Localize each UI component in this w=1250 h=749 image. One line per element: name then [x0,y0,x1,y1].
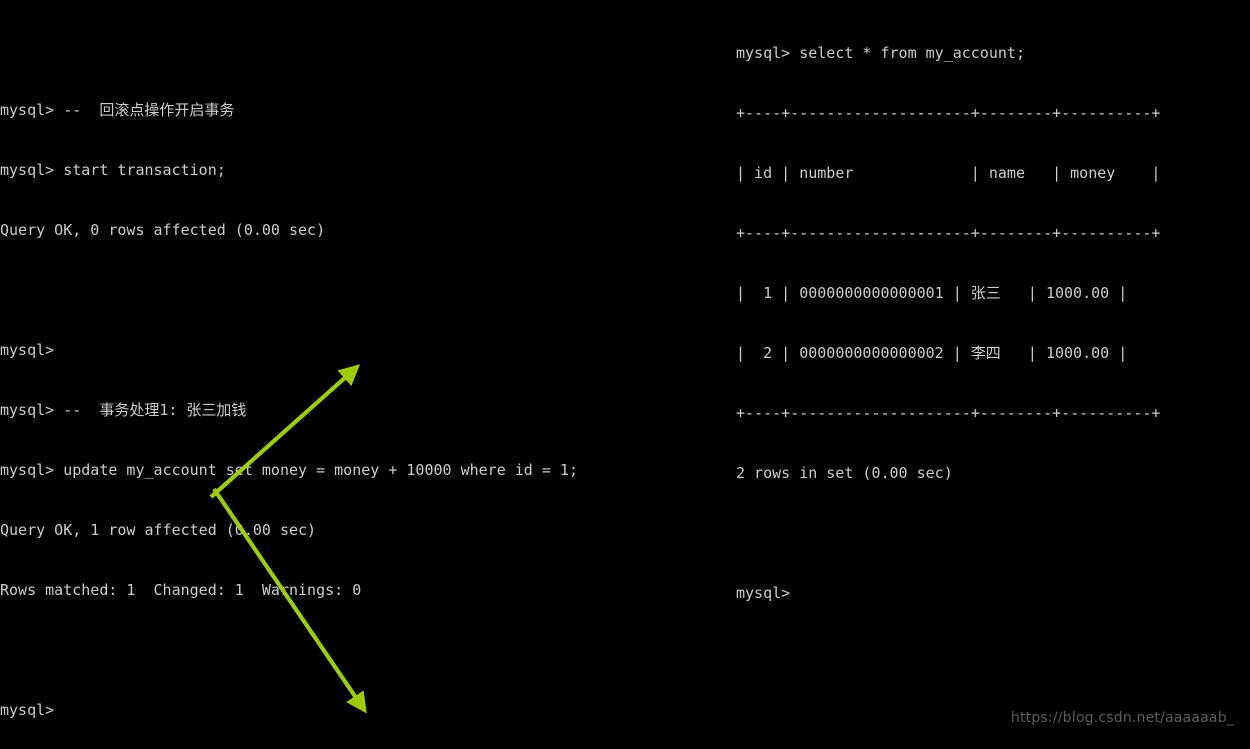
watermark-text: https://blog.csdn.net/aaaaaab_ [1010,710,1234,726]
terminal-prompt: mysql> [736,584,791,602]
terminal-line: mysql> start transaction; [0,161,226,179]
table-separator: +----+--------------------+--------+----… [736,404,1161,422]
terminal-line: mysql> [0,341,55,359]
result-footer: 2 rows in set (0.00 sec) [736,464,953,482]
terminal-line: mysql> -- 回滚点操作开启事务 [0,101,235,119]
right-terminal-pane[interactable]: mysql> select * from my_account; +----+-… [727,0,1250,749]
table-row: | 1 | 0000000000000001 | 张三 | 1000.00 | [736,284,1128,302]
terminal-line: mysql> [0,701,55,719]
terminal-screen: mysql> -- 回滚点操作开启事务 mysql> start transac… [0,0,1250,749]
table-separator: +----+--------------------+--------+----… [736,224,1161,242]
left-terminal-pane[interactable]: mysql> -- 回滚点操作开启事务 mysql> start transac… [0,0,722,746]
table-row: | 2 | 0000000000000002 | 李四 | 1000.00 | [736,344,1128,362]
table-separator: +----+--------------------+--------+----… [736,104,1161,122]
terminal-line: Query OK, 1 row affected (0.00 sec) [0,521,317,539]
terminal-line: mysql> -- 事务处理1: 张三加钱 [0,401,247,419]
table-header-row: | id | number | name | money | [736,164,1161,182]
terminal-line: Query OK, 0 rows affected (0.00 sec) [0,221,326,239]
terminal-line: Rows matched: 1 Changed: 1 Warnings: 0 [0,581,362,599]
terminal-line: mysql> update my_account set money = mon… [0,461,578,479]
terminal-line: mysql> select * from my_account; [736,44,1025,62]
